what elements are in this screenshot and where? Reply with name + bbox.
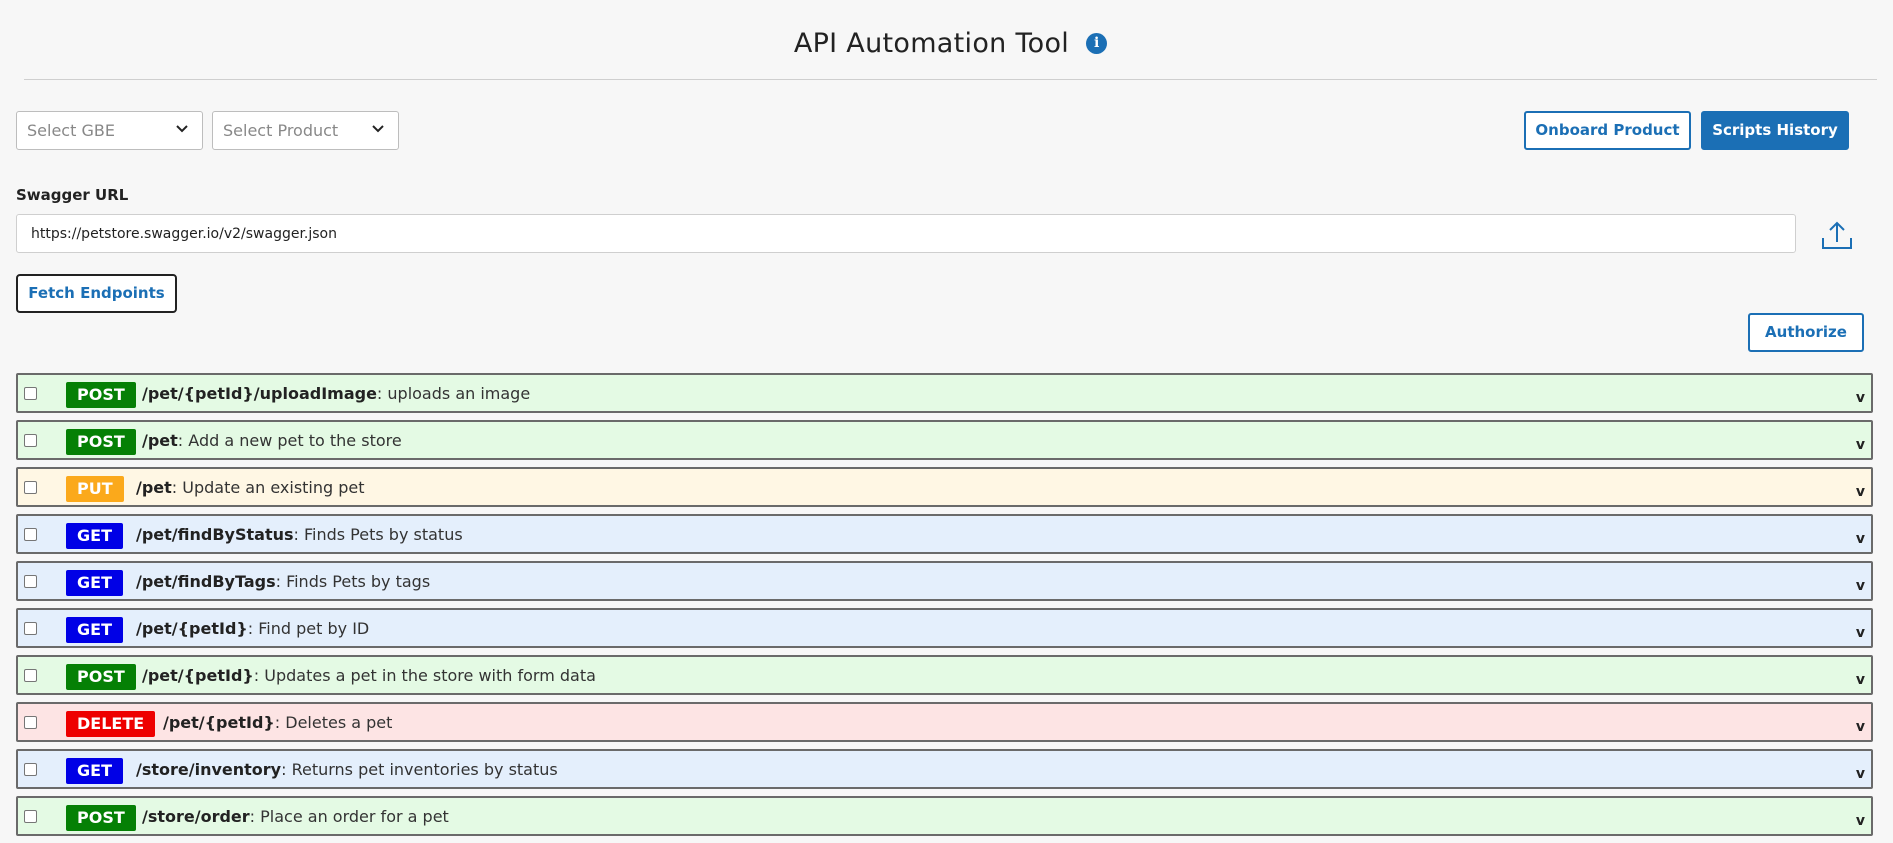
endpoint-path: /store/inventory [136,760,282,779]
endpoint-description: : Deletes a pet [274,713,393,732]
authorize-button[interactable]: Authorize [1748,313,1864,352]
scripts-history-button[interactable]: Scripts History [1701,111,1849,150]
method-badge: POST [66,382,136,408]
product-select[interactable]: Select Product [212,111,399,150]
product-select-placeholder: Select Product [223,121,339,140]
endpoint-checkbox[interactable] [24,387,37,400]
endpoint-summary: /pet/{petId}/uploadImage: uploads an ima… [142,384,530,403]
expand-caret-icon[interactable]: v [1856,719,1865,735]
endpoint-description: : Finds Pets by status [293,525,463,544]
gbe-select[interactable]: Select GBE [16,111,203,150]
endpoint-path: /pet/findByTags [136,572,276,591]
endpoint-row[interactable]: POST/pet/{petId}: Updates a pet in the s… [16,655,1873,695]
endpoint-path: /pet [142,431,178,450]
method-badge: POST [66,429,136,455]
expand-caret-icon[interactable]: v [1856,484,1865,500]
endpoint-row[interactable]: GET/pet/findByStatus: Finds Pets by stat… [16,514,1873,554]
endpoint-description: : Place an order for a pet [249,807,449,826]
endpoint-path: /pet/{petId}/uploadImage [142,384,377,403]
onboard-product-button[interactable]: Onboard Product [1524,111,1691,150]
endpoint-summary: /store/order: Place an order for a pet [142,807,449,826]
endpoint-checkbox[interactable] [24,810,37,823]
swagger-url-label: Swagger URL [16,186,129,204]
endpoint-summary: /pet: Update an existing pet [136,478,365,497]
endpoint-description: : Updates a pet in the store with form d… [253,666,596,685]
title-row: API Automation Tool i [24,28,1877,64]
gbe-select-placeholder: Select GBE [27,121,115,140]
fetch-endpoints-button[interactable]: Fetch Endpoints [16,274,177,313]
endpoint-path: /pet/{petId} [136,619,248,638]
endpoint-path: /pet/{petId} [142,666,254,685]
endpoint-summary: /pet/findByTags: Finds Pets by tags [136,572,430,591]
endpoint-checkbox[interactable] [24,528,37,541]
endpoint-path: /pet/{petId} [163,713,275,732]
page-header: API Automation Tool i [24,0,1877,80]
expand-caret-icon[interactable]: v [1856,437,1865,453]
method-badge: GET [66,570,123,596]
endpoint-description: : Find pet by ID [247,619,370,638]
endpoint-description: : Add a new pet to the store [177,431,402,450]
expand-caret-icon[interactable]: v [1856,813,1865,829]
endpoint-row[interactable]: PUT/pet: Update an existing pet v [16,467,1873,507]
page-title: API Automation Tool [793,28,1070,59]
endpoint-checkbox[interactable] [24,716,37,729]
endpoint-description: : uploads an image [376,384,531,403]
method-badge: POST [66,805,136,831]
endpoint-list: POST/pet/{petId}/uploadImage: uploads an… [16,373,1873,843]
chevron-down-icon [372,125,384,133]
endpoint-path: /pet/findByStatus [136,525,294,544]
expand-caret-icon[interactable]: v [1856,672,1865,688]
endpoint-summary: /store/inventory: Returns pet inventorie… [136,760,558,779]
method-badge: GET [66,617,123,643]
swagger-url-input[interactable] [16,214,1796,253]
endpoint-row[interactable]: DELETE/pet/{petId}: Deletes a pet v [16,702,1873,742]
endpoint-checkbox[interactable] [24,575,37,588]
endpoint-checkbox[interactable] [24,481,37,494]
endpoint-summary: /pet/{petId}: Find pet by ID [136,619,369,638]
endpoint-row[interactable]: GET/store/inventory: Returns pet invento… [16,749,1873,789]
endpoint-row[interactable]: GET/pet/{petId}: Find pet by ID v [16,608,1873,648]
method-badge: PUT [66,476,124,502]
endpoint-row[interactable]: GET/pet/findByTags: Finds Pets by tags v [16,561,1873,601]
chevron-down-icon [176,125,188,133]
endpoint-description: : Returns pet inventories by status [281,760,558,779]
method-badge: GET [66,758,123,784]
expand-caret-icon[interactable]: v [1856,578,1865,594]
endpoint-row[interactable]: POST/pet: Add a new pet to the store v [16,420,1873,460]
endpoint-checkbox[interactable] [24,763,37,776]
endpoint-row[interactable]: POST/store/order: Place an order for a p… [16,796,1873,836]
method-badge: DELETE [66,711,156,737]
expand-caret-icon[interactable]: v [1856,625,1865,641]
endpoint-description: : Update an existing pet [171,478,365,497]
expand-caret-icon[interactable]: v [1856,531,1865,547]
endpoint-checkbox[interactable] [24,669,37,682]
endpoint-summary: /pet/findByStatus: Finds Pets by status [136,525,463,544]
endpoint-summary: /pet/{petId}: Updates a pet in the store… [142,666,596,685]
endpoint-checkbox[interactable] [24,622,37,635]
endpoint-summary: /pet: Add a new pet to the store [142,431,402,450]
endpoint-description: : Finds Pets by tags [275,572,431,591]
upload-icon[interactable] [1820,218,1854,252]
endpoint-path: /store/order [142,807,250,826]
expand-caret-icon[interactable]: v [1856,390,1865,406]
method-badge: GET [66,523,123,549]
endpoint-row[interactable]: POST/pet/{petId}/uploadImage: uploads an… [16,373,1873,413]
method-badge: POST [66,664,136,690]
endpoint-summary: /pet/{petId}: Deletes a pet [163,713,392,732]
expand-caret-icon[interactable]: v [1856,766,1865,782]
endpoint-checkbox[interactable] [24,434,37,447]
info-icon[interactable]: i [1086,33,1108,54]
endpoint-path: /pet [136,478,172,497]
